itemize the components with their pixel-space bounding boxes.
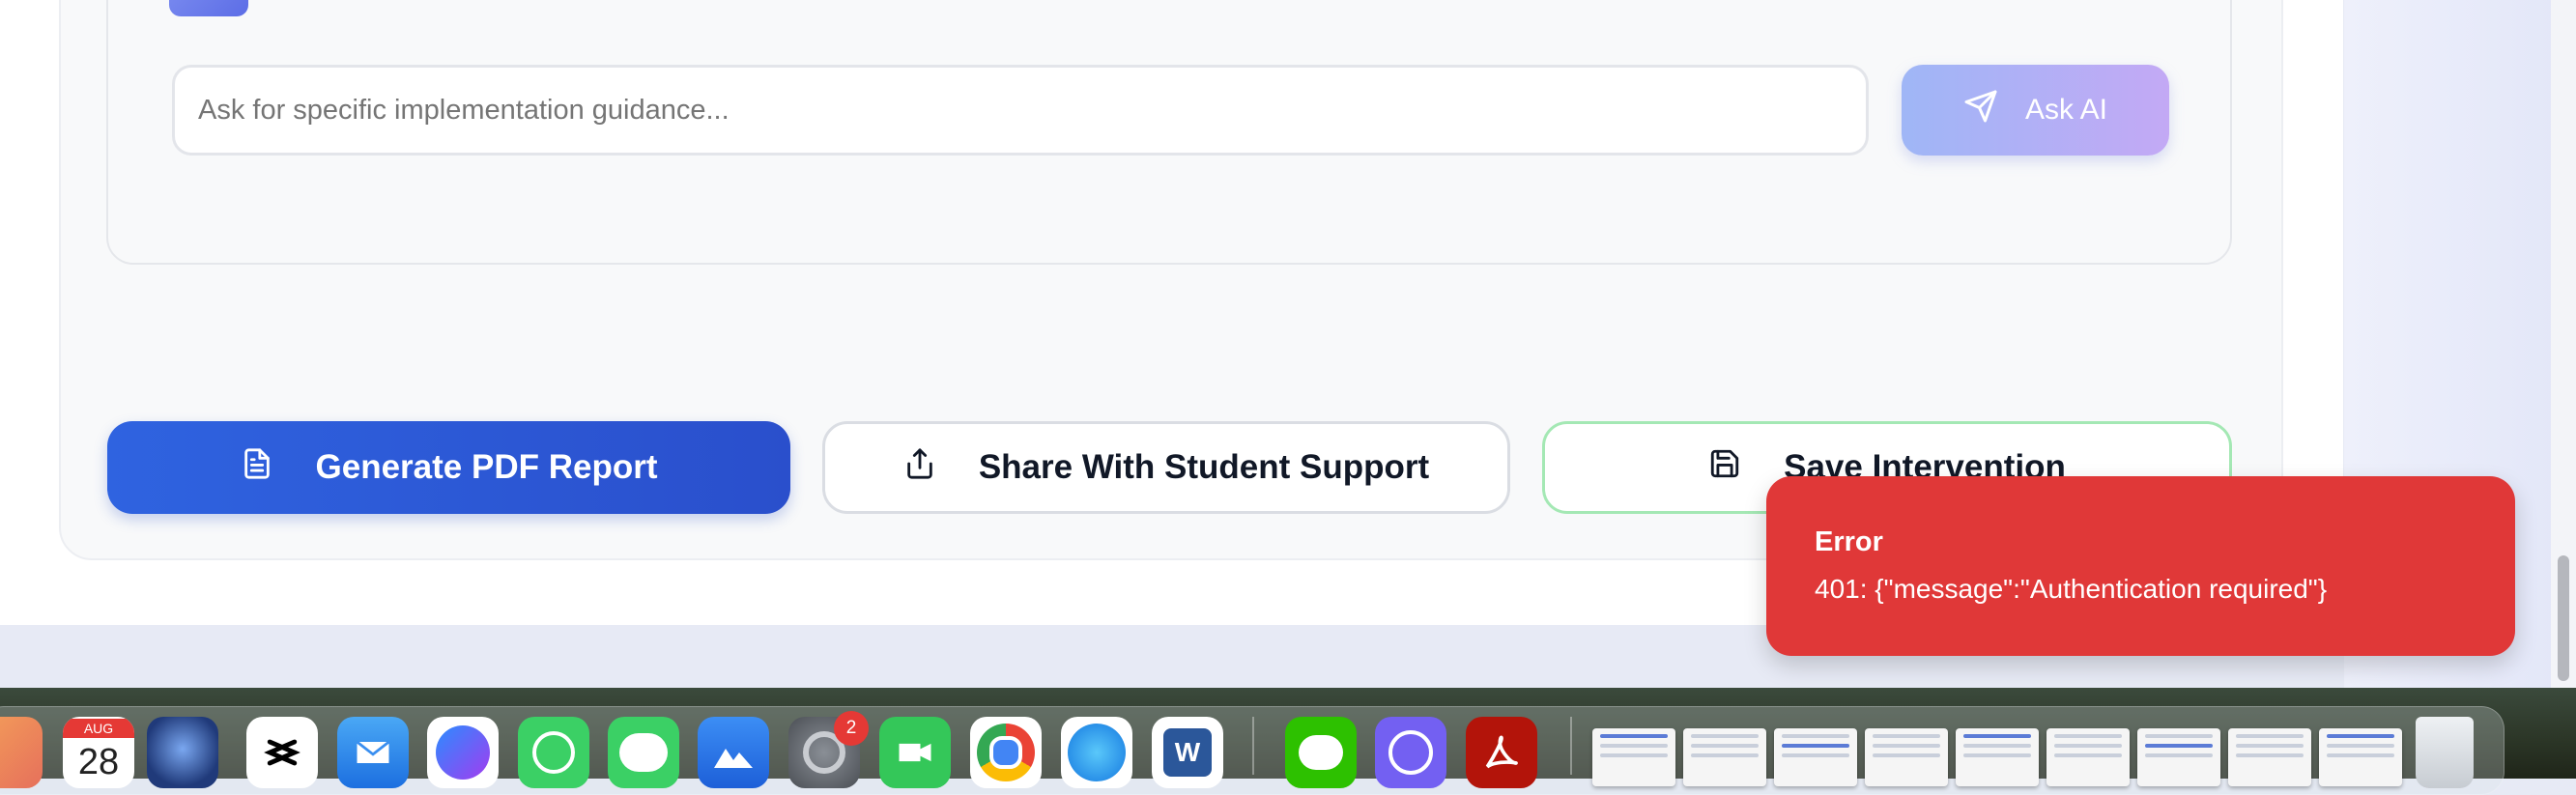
save-icon bbox=[1708, 447, 1741, 489]
brain-app-icon[interactable] bbox=[147, 717, 218, 788]
messenger-icon[interactable] bbox=[427, 717, 499, 788]
calendar-icon[interactable]: AUG 28 bbox=[63, 717, 134, 788]
calendar-month: AUG bbox=[63, 719, 134, 738]
ai-question-input[interactable] bbox=[172, 65, 1869, 156]
window-thumbnail[interactable] bbox=[1683, 728, 1766, 786]
window-thumbnail[interactable] bbox=[2319, 728, 2402, 786]
word-letter: W bbox=[1163, 728, 1212, 777]
messages-icon[interactable] bbox=[608, 717, 679, 788]
calendar-day: 28 bbox=[77, 742, 120, 782]
viber-icon[interactable] bbox=[1375, 717, 1446, 788]
chrome-icon[interactable] bbox=[970, 717, 1042, 788]
window-thumbnail[interactable] bbox=[2228, 728, 2311, 786]
window-thumbnail[interactable] bbox=[1865, 728, 1948, 786]
toast-message: 401: {"message":"Authentication required… bbox=[1815, 574, 2328, 604]
facetime-icon[interactable] bbox=[879, 717, 951, 788]
window-thumbnail[interactable] bbox=[2137, 728, 2220, 786]
ask-ai-label: Ask AI bbox=[2024, 94, 2108, 126]
generate-pdf-label: Generate PDF Report bbox=[315, 448, 658, 486]
share-icon bbox=[903, 447, 936, 489]
window-thumbnail[interactable] bbox=[2046, 728, 2130, 786]
toast-title: Error bbox=[1815, 526, 1883, 557]
launchpad-icon[interactable] bbox=[0, 717, 43, 788]
document-icon bbox=[241, 447, 273, 489]
word-icon[interactable]: W bbox=[1152, 717, 1223, 788]
wechat-icon[interactable] bbox=[1285, 717, 1357, 788]
window-thumbnail[interactable] bbox=[1956, 728, 2039, 786]
safari-icon[interactable] bbox=[1061, 717, 1132, 788]
generate-pdf-button[interactable]: Generate PDF Report bbox=[107, 421, 790, 514]
dock-separator bbox=[1570, 717, 1572, 775]
whatsapp-icon[interactable] bbox=[518, 717, 589, 788]
share-student-support-button[interactable]: Share With Student Support bbox=[822, 421, 1510, 514]
mail-icon[interactable] bbox=[337, 717, 409, 788]
window-thumbnail[interactable] bbox=[1774, 728, 1857, 786]
window-thumbnail[interactable] bbox=[1592, 728, 1675, 786]
capcut-icon[interactable] bbox=[246, 717, 318, 788]
ask-ai-button[interactable]: Ask AI bbox=[1902, 65, 2169, 156]
settings-badge: 2 bbox=[834, 711, 869, 746]
ai-avatar bbox=[169, 0, 248, 16]
app-icon[interactable] bbox=[698, 717, 769, 788]
scrollbar-thumb[interactable] bbox=[2558, 555, 2569, 681]
acrobat-icon[interactable] bbox=[1466, 717, 1537, 788]
share-label: Share With Student Support bbox=[978, 448, 1430, 486]
trash-icon[interactable] bbox=[2416, 717, 2474, 788]
error-toast[interactable]: Error 401: {"message":"Authentication re… bbox=[1766, 476, 2515, 656]
send-icon bbox=[1963, 89, 1998, 131]
dock-separator bbox=[1252, 717, 1254, 775]
